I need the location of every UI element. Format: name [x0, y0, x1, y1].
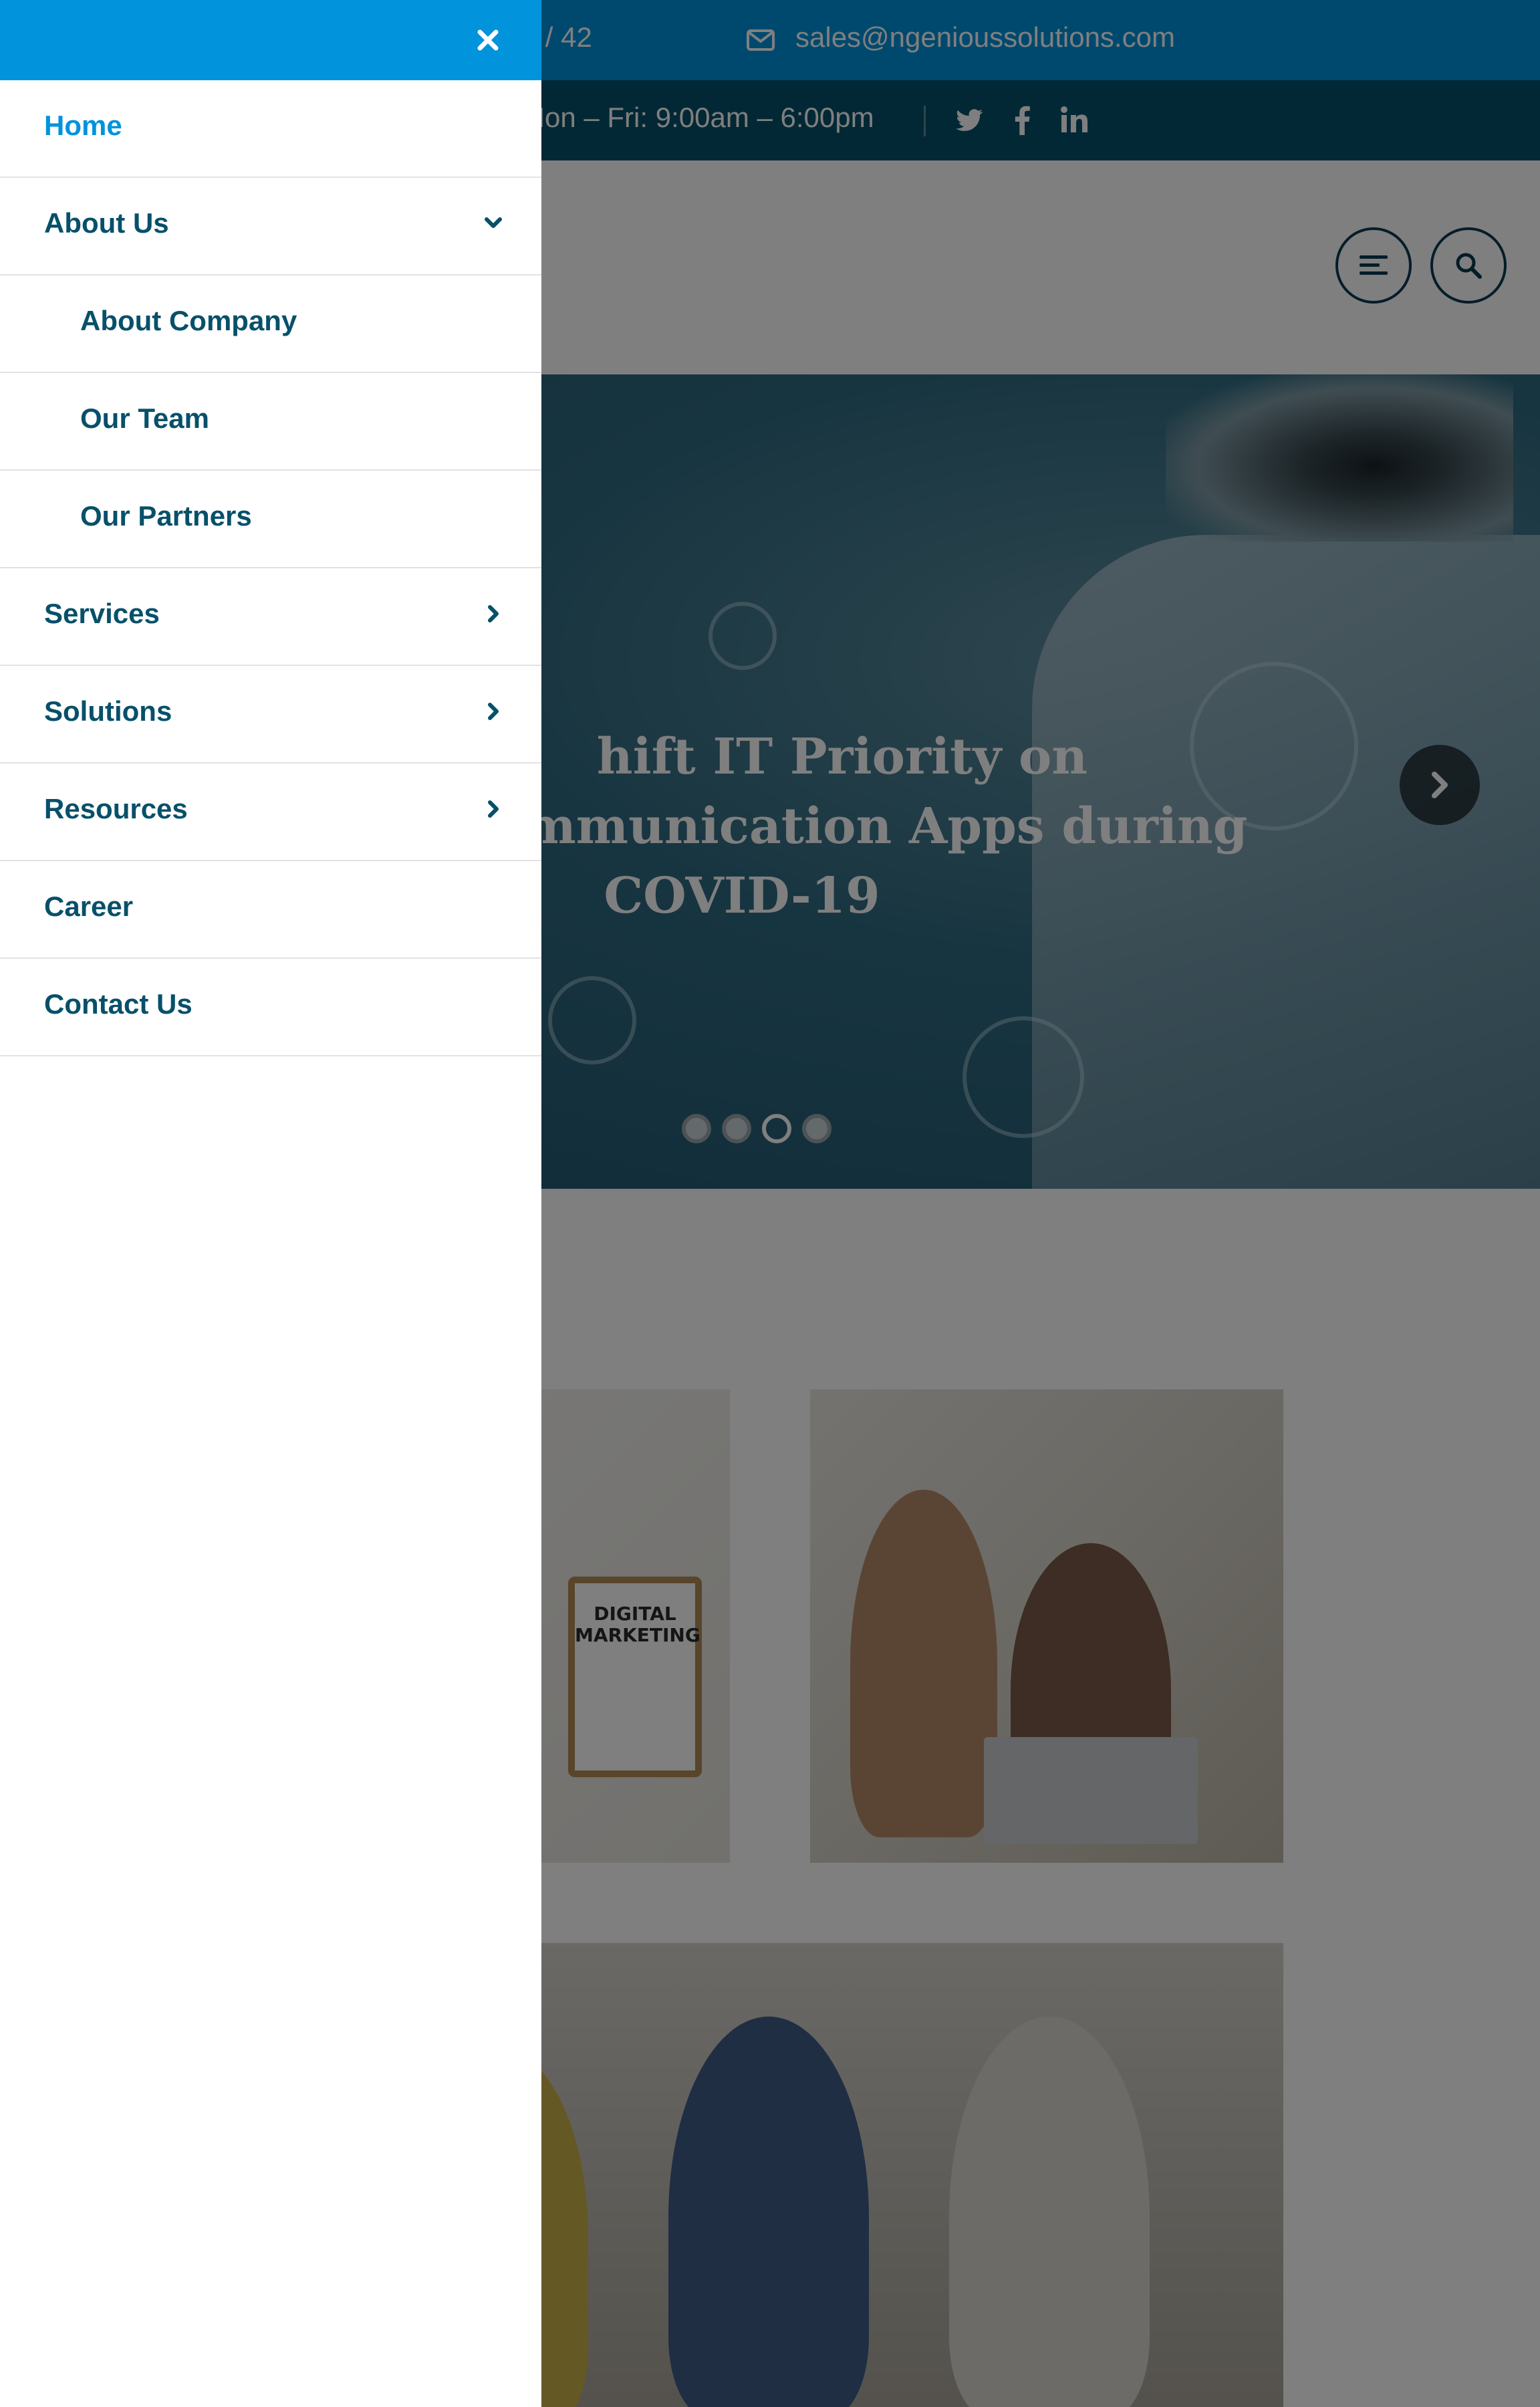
nav-item-label: About Us — [44, 207, 169, 239]
nav-item-about-us[interactable]: About Us — [0, 178, 541, 275]
nav-item-services[interactable]: Services — [0, 568, 541, 666]
close-icon — [477, 29, 499, 51]
nav-item-our-team[interactable]: Our Team — [0, 373, 541, 471]
nav-item-label: Our Partners — [80, 500, 252, 532]
nav-item-resources[interactable]: Resources — [0, 764, 541, 861]
nav-item-label: Services — [44, 598, 160, 629]
chevron-right-icon[interactable] — [480, 698, 507, 725]
page: 51-2141 / 42 sales@ngenioussolutions.com… — [0, 0, 1540, 2407]
nav-item-career[interactable]: Career — [0, 861, 541, 959]
drawer-header — [0, 0, 541, 80]
close-drawer-button[interactable] — [468, 20, 508, 60]
chevron-down-icon[interactable] — [480, 210, 507, 237]
nav-item-home[interactable]: Home — [0, 80, 541, 178]
side-nav-drawer: Home About Us About Company Our Team Our… — [0, 0, 541, 2407]
nav-item-contact-us[interactable]: Contact Us — [0, 959, 541, 1056]
nav-item-label: Resources — [44, 793, 188, 824]
nav-item-label: Home — [44, 110, 122, 141]
nav-item-label: Career — [44, 891, 134, 922]
nav-item-solutions[interactable]: Solutions — [0, 666, 541, 764]
chevron-right-icon[interactable] — [480, 796, 507, 822]
nav-item-label: Contact Us — [44, 988, 192, 1020]
nav-item-our-partners[interactable]: Our Partners — [0, 471, 541, 568]
nav-item-label: About Company — [80, 305, 297, 336]
nav-item-label: Our Team — [80, 403, 209, 434]
nav-item-about-company[interactable]: About Company — [0, 275, 541, 373]
nav-item-label: Solutions — [44, 695, 172, 727]
chevron-right-icon[interactable] — [480, 600, 507, 627]
nav-menu: Home About Us About Company Our Team Our… — [0, 80, 541, 1056]
